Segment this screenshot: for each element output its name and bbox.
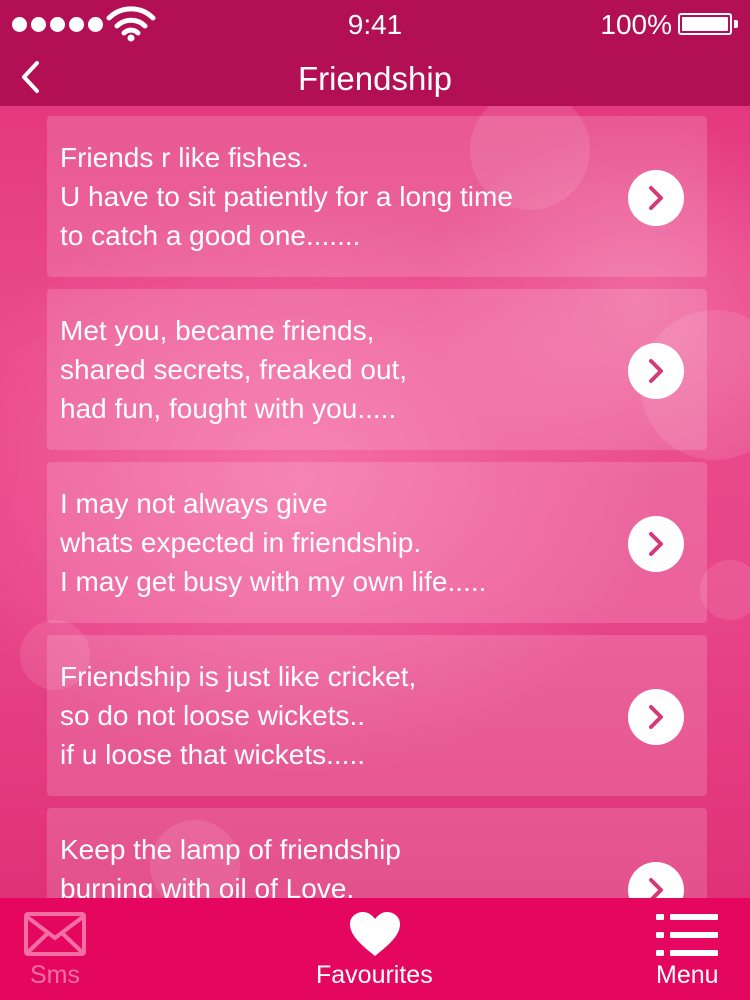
sms-line: so do not loose wickets.. (60, 700, 366, 731)
open-sms-button[interactable] (628, 689, 684, 745)
status-bar: 9:41 100% (0, 0, 750, 48)
list-item[interactable]: Friends r like fishes. U have to sit pat… (47, 116, 707, 277)
sms-preview: I may not always give whats expected in … (60, 484, 620, 601)
tab-favourites[interactable]: Favourites (290, 898, 460, 1000)
open-sms-button[interactable] (628, 516, 684, 572)
heart-icon (350, 912, 400, 956)
tab-bar: Sms Favourites Menu (0, 898, 750, 1000)
sms-line: to catch a good one....... (60, 220, 361, 251)
chevron-right-icon (649, 186, 663, 210)
list-item[interactable]: I may not always give whats expected in … (47, 462, 707, 623)
tab-label: Favourites (316, 961, 433, 989)
open-sms-button[interactable] (628, 170, 684, 226)
tab-sms[interactable]: Sms (0, 898, 110, 1000)
list-item[interactable]: Met you, became friends, shared secrets,… (47, 289, 707, 450)
battery-percentage: 100% (600, 9, 672, 40)
sms-line: Keep the lamp of friendship (60, 834, 401, 865)
list-item[interactable]: Friendship is just like cricket, so do n… (47, 635, 707, 796)
sms-preview: Friendship is just like cricket, so do n… (60, 657, 620, 774)
tab-label: Menu (656, 961, 719, 989)
chevron-right-icon (649, 705, 663, 729)
sms-line: I may not always give (60, 488, 328, 519)
envelope-icon (24, 912, 86, 956)
sms-line: U have to sit patiently for a long time (60, 181, 513, 212)
sms-line: Met you, became friends, (60, 315, 375, 346)
sms-preview: Keep the lamp of friendship burning with… (60, 830, 620, 908)
sms-preview: Met you, became friends, shared secrets,… (60, 311, 620, 428)
sms-line: Friends r like fishes. (60, 142, 309, 173)
chevron-right-icon (649, 359, 663, 383)
sms-line: whats expected in friendship. (60, 527, 422, 558)
sms-line: had fun, fought with you..... (60, 393, 397, 424)
sms-line: I may get busy with my own life..... (60, 566, 487, 597)
chevron-right-icon (649, 532, 663, 556)
tab-label: Sms (30, 961, 80, 989)
sms-line: Friendship is just like cricket, (60, 661, 417, 692)
list-menu-icon (656, 914, 718, 956)
sms-line: shared secrets, freaked out, (60, 354, 408, 385)
nav-bar: Friendship (0, 48, 750, 106)
battery-icon (678, 13, 738, 35)
sms-list: Friends r like fishes. U have to sit pat… (47, 116, 707, 981)
tab-menu[interactable]: Menu (640, 898, 750, 1000)
sms-line: if u loose that wickets..... (60, 739, 366, 770)
sms-preview: Friends r like fishes. U have to sit pat… (60, 138, 620, 255)
page-title: Friendship (297, 60, 453, 97)
open-sms-button[interactable] (628, 343, 684, 399)
